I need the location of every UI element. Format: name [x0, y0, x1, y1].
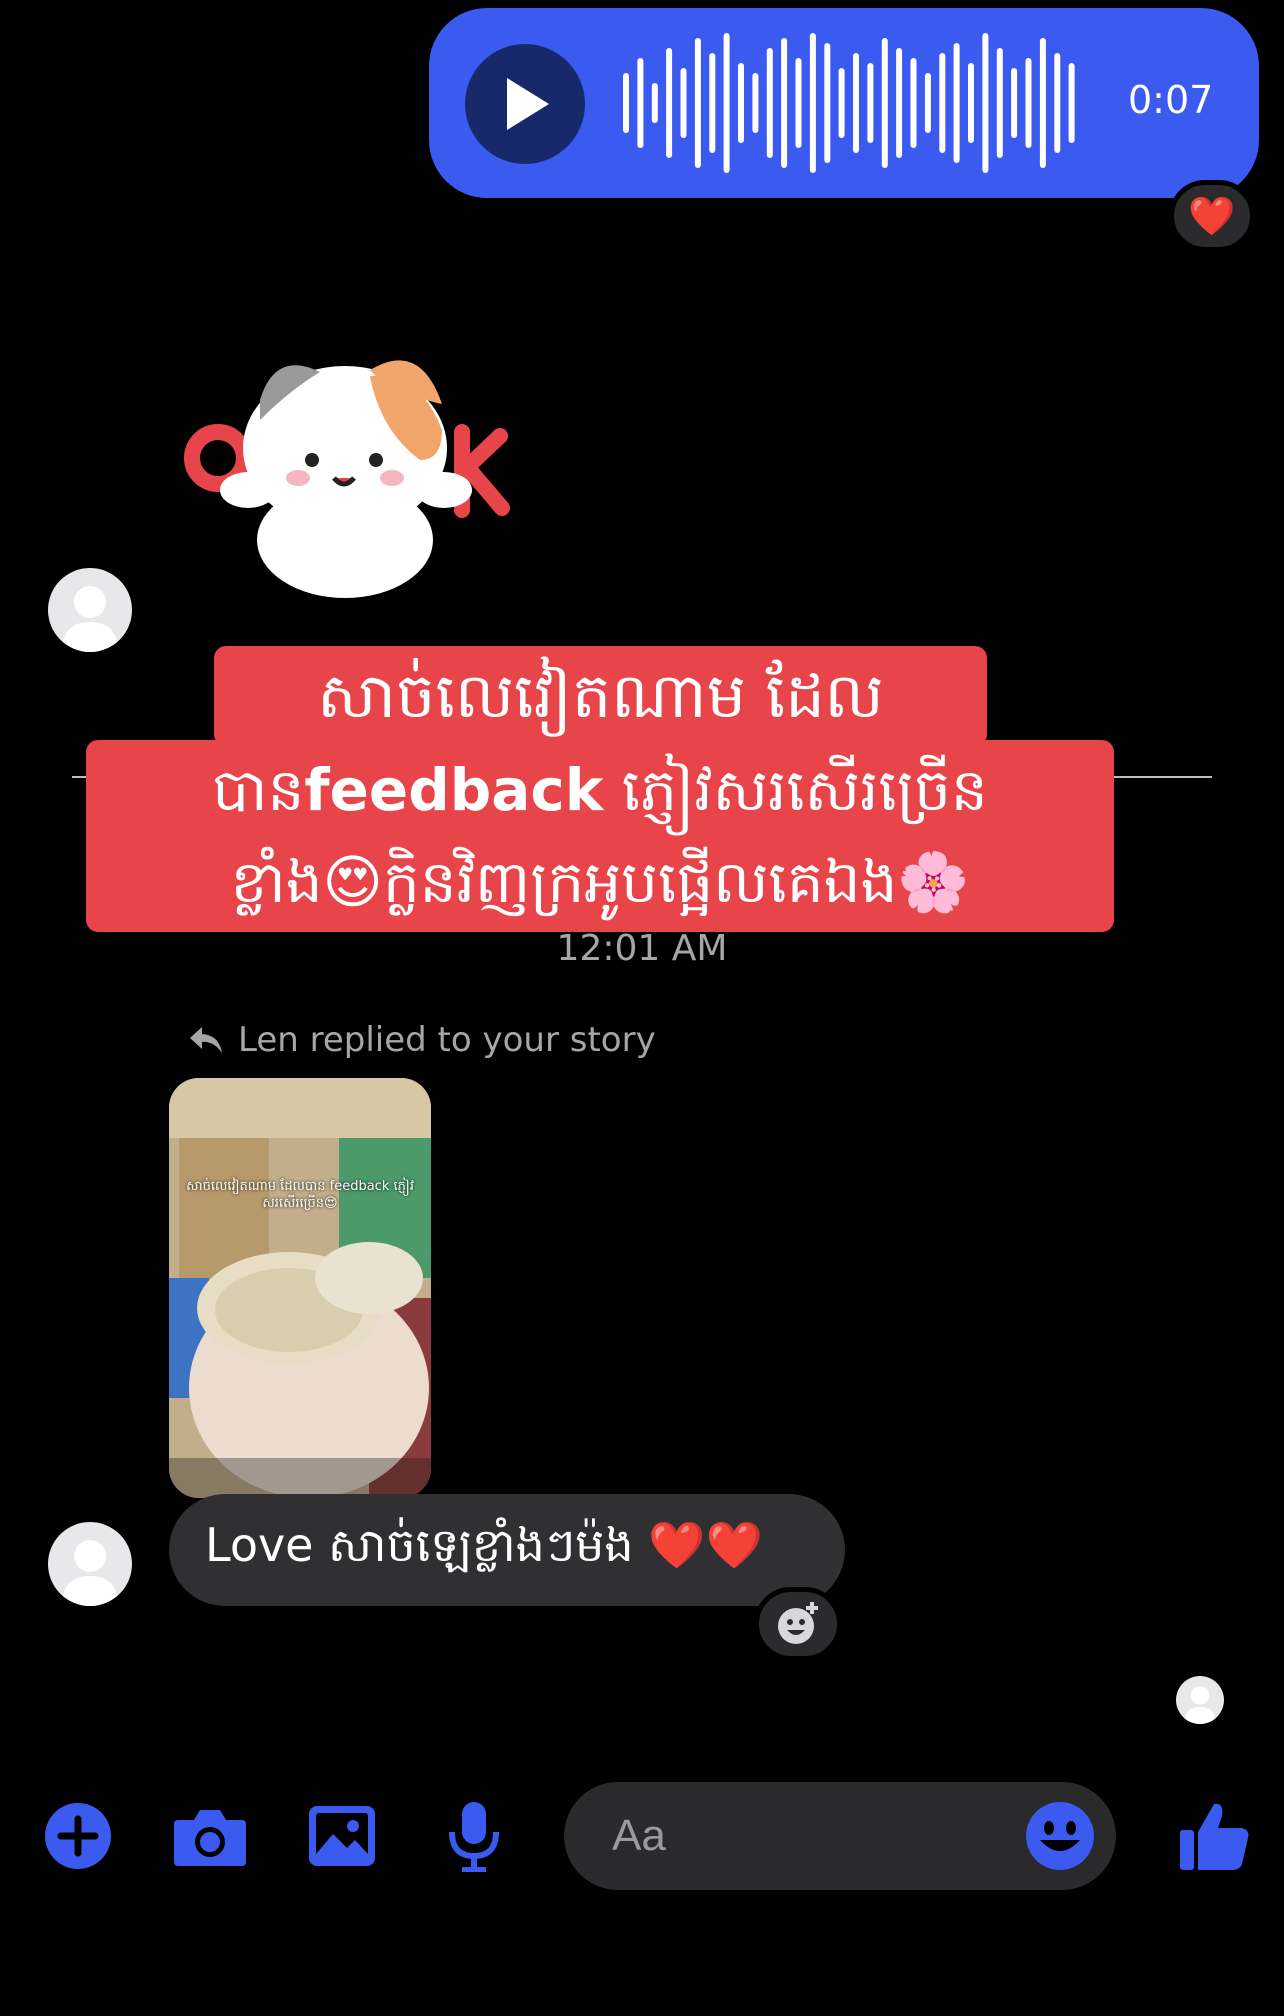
waveform-bar [694, 38, 701, 168]
ok-cat-sticker [184, 360, 510, 598]
voice-duration: 0:07 [1128, 78, 1214, 122]
waveform-bar [709, 53, 716, 153]
emoji-add-icon [778, 1602, 818, 1644]
waveform-bar [824, 43, 831, 163]
waveform-bar [637, 58, 644, 148]
caption-line-3: ខ្លាំង😍ក្លិនវិញក្រអូបផ្អើលគេឯង🌸 [230, 848, 970, 916]
reply-message-bubble[interactable]: Love សាច់ឡេខ្លាំងៗម៉ង ❤️❤️ [169, 1494, 845, 1606]
caption-line-2-suffix: ភ្ញៀវសរសើរច្រើន [603, 756, 988, 824]
waveform-bar [766, 48, 773, 158]
story-image [169, 1078, 431, 1498]
waveform-bar [1039, 38, 1046, 168]
waveform-bar [896, 48, 903, 158]
waveform-bar [1068, 63, 1075, 143]
caption-line-2-prefix: បាន [212, 756, 305, 824]
waveform-bar [795, 58, 802, 148]
waveform-bar [838, 68, 845, 138]
waveform-bar [968, 63, 974, 143]
caption-line-1: សាច់លេវៀតណាម ដែល [214, 646, 987, 746]
waveform-bar [738, 63, 744, 143]
story-reply-text: Len replied to your story [238, 1020, 656, 1060]
like-button[interactable] [1166, 1788, 1262, 1884]
sender-avatar[interactable] [48, 1522, 132, 1606]
waveform-bar [1011, 68, 1018, 138]
default-avatar-icon [1184, 1686, 1216, 1724]
seen-indicator-avatar [1176, 1676, 1224, 1724]
image-icon [309, 1806, 375, 1866]
emoji-button[interactable] [1022, 1798, 1098, 1874]
thumbs-up-icon [1180, 1803, 1249, 1870]
waveform-bar [809, 33, 816, 173]
microphone-icon [449, 1802, 499, 1872]
waveform-bar [781, 38, 788, 168]
default-avatar-icon [62, 586, 118, 652]
play-button[interactable] [465, 44, 585, 164]
caption-feedback: feedback [304, 756, 604, 824]
microphone-button[interactable] [434, 1796, 514, 1876]
caption-block: បានfeedback ភ្ញៀវសរសើរច្រើន ខ្លាំង😍ក្លិន… [86, 740, 1114, 932]
default-avatar-icon [62, 1540, 118, 1606]
audio-waveform [623, 33, 1075, 173]
story-reply-label: Len replied to your story [188, 1020, 656, 1060]
add-button[interactable] [38, 1796, 118, 1876]
emoji-icon [1026, 1802, 1094, 1870]
heart-reaction[interactable]: ❤️ [1169, 180, 1255, 252]
play-icon [507, 78, 549, 130]
waveform-bar [982, 33, 989, 173]
reply-arrow-icon [190, 1027, 222, 1053]
waveform-bar [881, 38, 888, 168]
waveform-bar [680, 68, 687, 138]
timestamp: 12:01 AM [556, 928, 728, 969]
waveform-bar [666, 48, 673, 158]
waveform-bar [953, 43, 960, 163]
waveform-bar [623, 73, 629, 133]
story-caption: សាច់លេវៀតណាម ដែលបាន feedback ភ្ញៀវសរសើរច… [186, 1179, 414, 1211]
story-thumbnail[interactable]: សាច់លេវៀតណាម ដែលបាន feedback ភ្ញៀវសរសើរច… [169, 1078, 431, 1498]
add-reaction-button[interactable] [754, 1587, 842, 1661]
waveform-bar [853, 53, 859, 153]
waveform-bar [723, 33, 730, 173]
waveform-bar [939, 53, 946, 153]
waveform-bar [996, 48, 1003, 158]
camera-button[interactable] [170, 1796, 250, 1876]
plus-icon [45, 1803, 111, 1869]
waveform-bar [1054, 53, 1061, 153]
waveform-bar [867, 63, 874, 143]
message-input[interactable] [564, 1782, 1116, 1890]
heart-icon: ❤️ [1188, 193, 1236, 238]
gallery-button[interactable] [302, 1796, 382, 1876]
waveform-bar [910, 58, 917, 148]
reply-message-text: Love សាច់ឡេខ្លាំងៗម៉ង ❤️❤️ [205, 1517, 763, 1572]
message-text-field[interactable] [610, 1810, 994, 1862]
waveform-bar [1025, 58, 1032, 148]
waveform-bar [752, 73, 759, 133]
sender-avatar[interactable] [48, 568, 132, 652]
waveform-bar [924, 73, 931, 133]
waveform-bar [651, 83, 658, 123]
camera-icon [174, 1810, 246, 1866]
